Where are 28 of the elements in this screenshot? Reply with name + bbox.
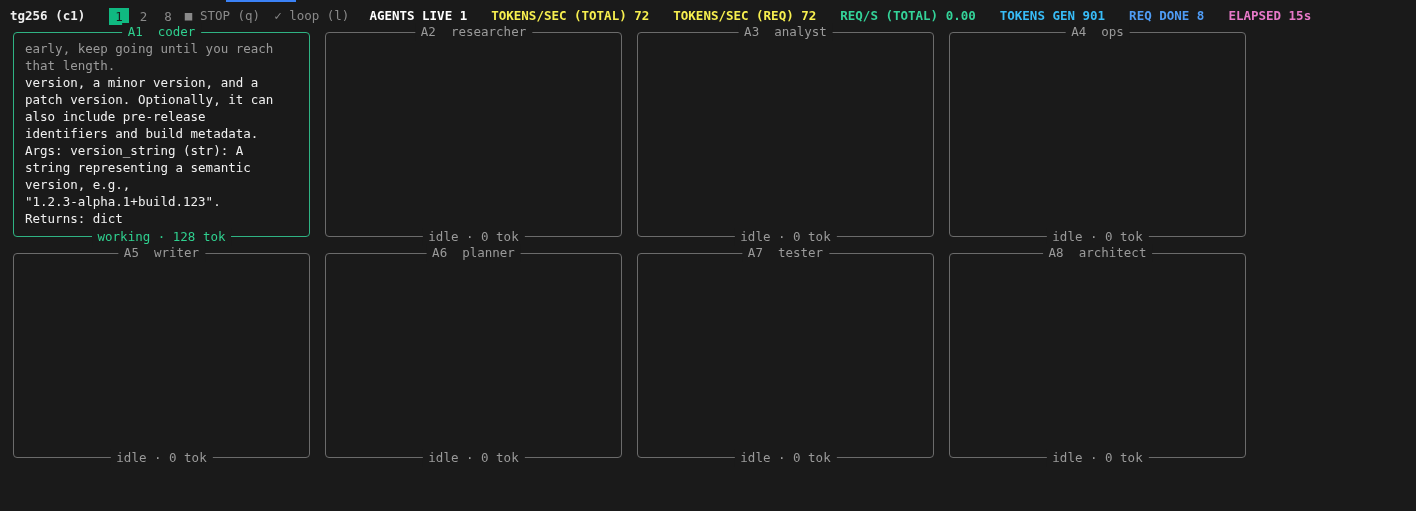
stat-label: AGENTS LIVE 1: [369, 6, 468, 25]
stat-label: REQ/S (TOTAL) 0.00: [840, 6, 976, 25]
output-text: version, a minor version, and a: [25, 74, 260, 91]
stat-label: TOKENS/SEC (TOTAL) 72: [491, 6, 650, 25]
stat-label: TOKENS GEN 901: [999, 6, 1106, 25]
stat-label: TOKENS/SEC (REQ) 72: [673, 6, 817, 25]
focus-indicator: [226, 0, 296, 2]
app-title: tg256 (c1): [10, 6, 86, 25]
output-text: string representing a semantic: [25, 159, 252, 176]
panel-title: A6 planner: [426, 244, 521, 262]
loop-toggle[interactable]: ✓ loop (l): [274, 6, 350, 26]
stop-button[interactable]: ■ STOP (q): [184, 6, 261, 26]
output-text: "1.2.3-alpha.1+build.123".: [25, 193, 222, 210]
tab[interactable]: 2: [133, 7, 154, 25]
output-text: identifiers and build metadata.: [25, 125, 260, 142]
tab[interactable]: 8: [158, 7, 178, 25]
output-text: also include pre-release: [25, 108, 207, 125]
output-text: that length.: [25, 57, 117, 74]
output-text: Args: version_string (str): A: [25, 142, 245, 159]
stat-label: REQ DONE 8: [1129, 6, 1205, 25]
output-text: version, e.g.,: [25, 176, 132, 193]
output-text: Returns: dict: [25, 210, 124, 227]
output-text: early, keep going until you reach: [25, 40, 275, 57]
tab[interactable]: 1: [109, 7, 129, 25]
panel-status: working · 128 tok: [91, 228, 232, 246]
panel-title: A3 analyst: [738, 23, 833, 41]
output-text: patch version. Optionally, it can: [25, 91, 275, 108]
stat-label: ELAPSED 15s: [1228, 6, 1312, 25]
